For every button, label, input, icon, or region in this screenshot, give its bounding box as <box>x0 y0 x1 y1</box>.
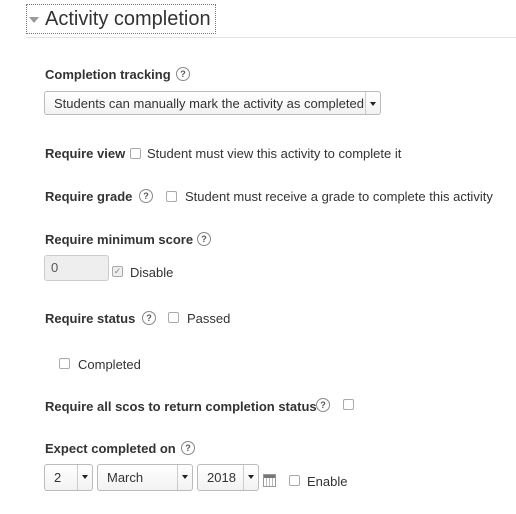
require-view-checkbox[interactable] <box>130 148 141 159</box>
status-completed-checkbox[interactable] <box>59 358 70 369</box>
month-dropdown-arrow-icon <box>177 465 192 490</box>
dropdown-arrow-icon <box>365 92 380 114</box>
require-min-score-label: Require minimum score <box>45 232 194 247</box>
require-grade-checkbox[interactable] <box>166 191 177 202</box>
require-grade-help-icon[interactable]: ? <box>139 189 153 203</box>
min-score-disable-label: Disable <box>130 265 174 280</box>
day-select[interactable]: 2 <box>44 464 93 491</box>
status-passed-label: Passed <box>187 311 231 326</box>
collapse-toggle-icon[interactable] <box>29 17 39 23</box>
min-score-input[interactable]: 0 <box>44 255 109 281</box>
month-value: March <box>107 470 144 485</box>
require-view-checkbox-label: Student must view this activity to compl… <box>147 146 402 161</box>
require-min-score-help-icon[interactable]: ? <box>197 232 211 246</box>
require-status-label: Require status <box>45 311 136 326</box>
require-all-scos-help-icon[interactable]: ? <box>316 398 330 412</box>
day-dropdown-arrow-icon <box>77 465 92 490</box>
year-value: 2018 <box>207 470 236 485</box>
expect-completed-enable-label: Enable <box>307 474 348 489</box>
completion-tracking-label: Completion tracking <box>45 67 171 82</box>
completion-tracking-select[interactable]: Students can manually mark the activity … <box>44 91 381 115</box>
expect-completed-enable-checkbox[interactable] <box>289 475 300 486</box>
completion-tracking-help-icon[interactable]: ? <box>176 67 190 81</box>
calendar-icon[interactable] <box>263 474 276 487</box>
completion-tracking-value: Students can manually mark the activity … <box>54 95 364 111</box>
section-title: Activity completion <box>45 7 211 30</box>
require-status-help-icon[interactable]: ? <box>142 311 156 325</box>
year-select[interactable]: 2018 <box>197 464 259 491</box>
require-all-scos-label: Require all scos to return completion st… <box>45 399 317 414</box>
activity-completion-header[interactable]: Activity completion <box>26 4 216 34</box>
year-dropdown-arrow-icon <box>243 465 258 490</box>
header-divider <box>26 37 516 38</box>
month-select[interactable]: March <box>97 464 193 491</box>
status-passed-checkbox[interactable] <box>168 312 179 323</box>
expect-completed-label: Expect completed on <box>45 441 176 456</box>
require-grade-label: Require grade <box>45 189 133 204</box>
min-score-disable-checkbox[interactable]: ✓ <box>112 266 123 277</box>
require-view-label: Require view <box>45 146 126 161</box>
expect-completed-help-icon[interactable]: ? <box>181 441 195 455</box>
require-all-scos-checkbox[interactable] <box>343 399 354 410</box>
day-value: 2 <box>54 470 62 485</box>
require-grade-checkbox-label: Student must receive a grade to complete… <box>185 189 493 204</box>
status-completed-label: Completed <box>78 357 141 372</box>
